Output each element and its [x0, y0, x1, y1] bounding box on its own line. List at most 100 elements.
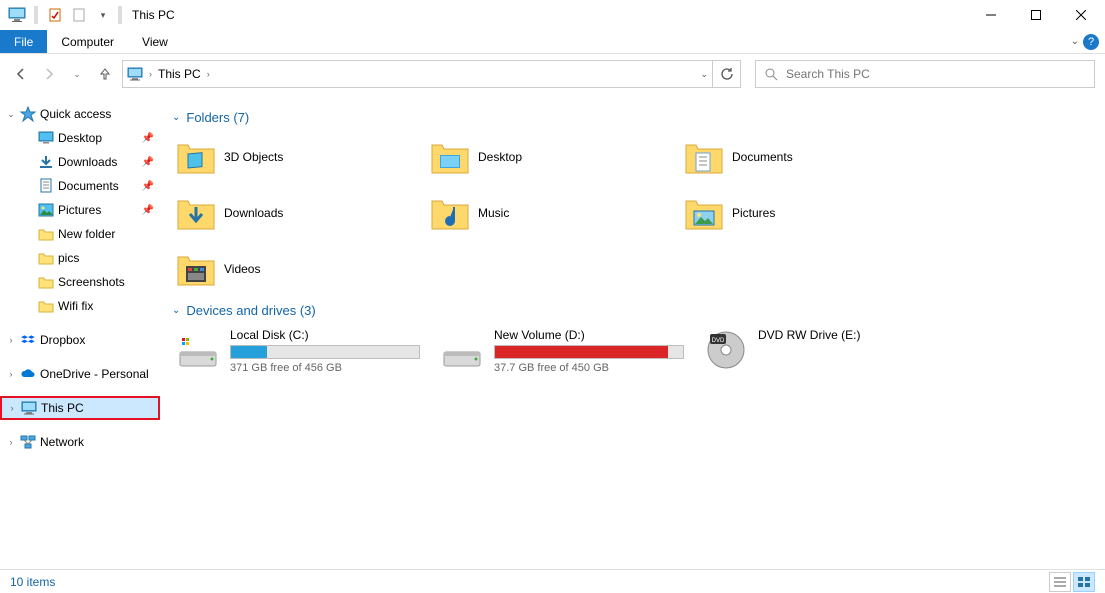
sidebar-item[interactable]: Pictures📌 [0, 198, 160, 222]
sidebar-item[interactable]: New folder [0, 222, 160, 246]
folder-icon [430, 137, 470, 177]
folder-icon [684, 137, 724, 177]
sidebar-item[interactable]: Wifi fix [0, 294, 160, 318]
sidebar-item-label: OneDrive - Personal [40, 367, 160, 381]
sidebar-item-label: Desktop [58, 131, 138, 145]
folder-item[interactable]: Pictures [680, 187, 930, 239]
chevron-right-icon[interactable]: › [7, 403, 17, 413]
folder-icon [176, 193, 216, 233]
drive-icon [176, 328, 220, 372]
drive-usage-bar [494, 345, 684, 359]
onedrive-icon [20, 366, 36, 382]
folder-icon [430, 193, 470, 233]
refresh-button[interactable] [713, 60, 741, 88]
sidebar-quick-access[interactable]: ⌄ Quick access [0, 102, 160, 126]
sidebar-item[interactable]: Documents 📌 [0, 174, 160, 198]
drive-item[interactable]: Local Disk (C:)371 GB free of 456 GB [172, 324, 432, 384]
folder-label: Music [478, 206, 509, 220]
folder-icon [38, 250, 54, 266]
folder-item[interactable]: Downloads [172, 187, 422, 239]
sidebar-item[interactable]: pics [0, 246, 160, 270]
up-button[interactable] [94, 63, 116, 85]
folder-item[interactable]: Videos [172, 243, 422, 295]
tab-file[interactable]: File [0, 30, 47, 53]
address-dropdown-icon[interactable]: ⌄ [700, 69, 708, 80]
sidebar-item[interactable]: Screenshots [0, 270, 160, 294]
group-header-folders[interactable]: ⌄ Folders (7) [172, 110, 1093, 125]
folder-icon [38, 274, 54, 290]
sidebar-item-label: Network [40, 435, 160, 449]
folder-item[interactable]: Documents [680, 131, 930, 183]
close-button[interactable] [1058, 0, 1103, 30]
sidebar-item[interactable]: Downloads📌 [0, 150, 160, 174]
address-bar[interactable]: › This PC › ⌄ [122, 60, 713, 88]
chevron-right-icon[interactable]: › [6, 335, 16, 345]
folder-item[interactable]: Music [426, 187, 676, 239]
folder-icon [176, 249, 216, 289]
breadcrumb[interactable]: This PC [158, 67, 201, 81]
chevron-down-icon[interactable]: ⌄ [6, 109, 16, 120]
folder-item[interactable]: 3D Objects [172, 131, 422, 183]
sidebar-item-label: Pictures [58, 203, 138, 217]
search-icon [764, 67, 778, 81]
sidebar-onedrive[interactable]: › OneDrive - Personal [0, 362, 160, 386]
drive-free-text: 37.7 GB free of 450 GB [494, 362, 692, 374]
sidebar-dropbox[interactable]: › Dropbox [0, 328, 160, 352]
tab-computer[interactable]: Computer [47, 30, 128, 53]
ribbon-expand-icon[interactable]: ⌄ [1071, 36, 1079, 47]
forward-button[interactable] [38, 63, 60, 85]
maximize-button[interactable] [1013, 0, 1058, 30]
sidebar-this-pc[interactable]: › This PC [0, 396, 160, 420]
network-icon [20, 434, 36, 450]
minimize-button[interactable] [968, 0, 1013, 30]
chevron-down-icon: ⌄ [172, 305, 180, 316]
navigation-pane: ⌄ Quick access Desktop📌Downloads📌Documen… [0, 94, 160, 569]
folder-label: Desktop [478, 150, 522, 164]
ribbon-tabs: File Computer View ⌄ ? [0, 30, 1105, 54]
help-icon[interactable]: ? [1083, 34, 1099, 50]
folder-label: Pictures [732, 206, 775, 220]
sidebar-item-label: Wifi fix [58, 299, 160, 313]
folder-icon [38, 202, 54, 218]
drive-item[interactable]: New Volume (D:)37.7 GB free of 450 GB [436, 324, 696, 384]
sidebar-item-label: Quick access [40, 107, 160, 121]
details-view-button[interactable] [1049, 572, 1071, 592]
recent-locations-icon[interactable]: ⌄ [66, 63, 88, 85]
drive-item[interactable]: DVDDVD RW Drive (E:) [700, 324, 960, 384]
pin-icon: 📌 [142, 181, 154, 192]
quick-access-icon [20, 106, 36, 122]
sidebar-item-label: New folder [58, 227, 160, 241]
nav-bar: ⌄ › This PC › ⌄ [0, 54, 1105, 94]
new-folder-qat-icon[interactable] [68, 4, 90, 26]
group-header-label: Devices and drives (3) [186, 303, 315, 318]
tab-view[interactable]: View [128, 30, 182, 53]
search-input[interactable] [786, 67, 1086, 81]
folder-icon [38, 298, 54, 314]
chevron-right-icon[interactable]: › [6, 437, 16, 447]
content-area: ⌄ Folders (7) 3D Objects Desktop Documents… [160, 94, 1105, 569]
search-box[interactable] [755, 60, 1095, 88]
chevron-right-icon[interactable]: › [6, 369, 16, 379]
qat-dropdown-icon[interactable]: ▾ [92, 4, 114, 26]
sidebar-item-label: Documents [58, 179, 138, 193]
group-header-drives[interactable]: ⌄ Devices and drives (3) [172, 303, 1093, 318]
dropbox-icon [20, 332, 36, 348]
drive-icon: DVD [704, 328, 748, 372]
tiles-view-button[interactable] [1073, 572, 1095, 592]
folder-icon [176, 137, 216, 177]
drive-label: Local Disk (C:) [230, 328, 428, 342]
back-button[interactable] [10, 63, 32, 85]
sidebar-item[interactable]: Desktop 📌 [0, 126, 160, 150]
folder-item[interactable]: Desktop [426, 131, 676, 183]
folder-label: Videos [224, 262, 260, 276]
properties-qat-icon[interactable] [44, 4, 66, 26]
sidebar-network[interactable]: › Network [0, 430, 160, 454]
status-bar: 10 items [0, 569, 1105, 593]
this-pc-icon [6, 4, 28, 26]
sidebar-item-label: This PC [41, 401, 159, 415]
sidebar-item-label: Downloads [58, 155, 138, 169]
pin-icon: 📌 [142, 133, 154, 144]
sidebar-item-label: pics [58, 251, 160, 265]
folder-icon [38, 154, 54, 170]
folder-icon [38, 130, 54, 146]
